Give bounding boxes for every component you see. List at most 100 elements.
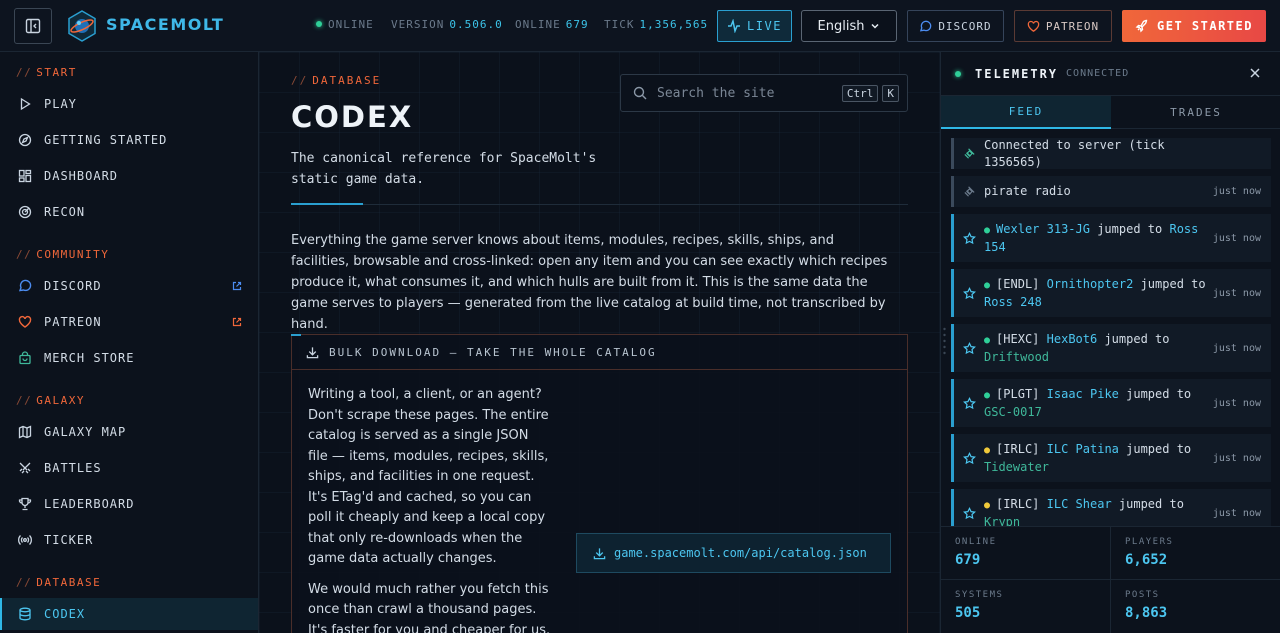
chat-bubble-icon bbox=[920, 20, 932, 31]
sidebar-item-ticker[interactable]: TICKER bbox=[0, 524, 258, 556]
feed-item[interactable]: ● [IRLC] ILC Shear jumped to Krypn just … bbox=[951, 489, 1271, 526]
bulk-download-panel: BULK DOWNLOAD — TAKE THE WHOLE CATALOG W… bbox=[291, 334, 908, 633]
feed-item: Connected to server (tick 1356565) bbox=[951, 138, 1271, 169]
bulk-paragraph-1: Writing a tool, a client, or an agent? D… bbox=[308, 387, 549, 566]
star-icon[interactable] bbox=[954, 506, 984, 520]
sidebar-collapse-icon bbox=[25, 18, 41, 34]
status-dot: ● bbox=[984, 499, 997, 511]
heart-icon bbox=[1027, 20, 1040, 32]
feed-item[interactable]: ● [HEXC] HexBot6 jumped to Driftwood jus… bbox=[951, 324, 1271, 372]
panel-accent bbox=[291, 334, 301, 336]
sidebar-item-dashboard[interactable]: DASHBOARD bbox=[0, 160, 258, 192]
kbd-k: K bbox=[882, 85, 899, 102]
map-icon bbox=[18, 425, 32, 439]
star-icon[interactable] bbox=[954, 451, 984, 465]
page-eyebrow: //DATABASE bbox=[291, 74, 382, 87]
kbd-ctrl: Ctrl bbox=[841, 85, 879, 102]
status-dot: ● bbox=[984, 224, 997, 236]
feed-item[interactable]: ● Wexler 313-JG jumped to Ross 154 just … bbox=[951, 214, 1271, 262]
status-dot: ● bbox=[984, 279, 997, 291]
discord-button[interactable]: DISCORD bbox=[907, 10, 1004, 42]
shopping-bag-icon bbox=[18, 351, 32, 365]
status-dot: ● bbox=[984, 334, 997, 346]
sidebar-item-discord[interactable]: DISCORD bbox=[0, 270, 258, 302]
sidebar-item-play[interactable]: PLAY bbox=[0, 88, 258, 120]
resize-handle-icon[interactable] bbox=[943, 327, 946, 359]
external-link-icon bbox=[232, 316, 242, 330]
tick-stat: TICK 1,356,565 bbox=[604, 18, 709, 31]
sidebar-toggle-button[interactable] bbox=[14, 8, 52, 44]
sidebar-item-battles[interactable]: BATTLES bbox=[0, 452, 258, 484]
page-title: CODEX bbox=[291, 100, 414, 134]
satellite-icon bbox=[954, 185, 984, 198]
download-icon bbox=[306, 346, 319, 358]
sidebar-item-recon[interactable]: RECON bbox=[0, 196, 258, 228]
online-players-stat: ONLINE 679 bbox=[515, 18, 589, 31]
sidebar-item-galaxy-map[interactable]: GALAXY MAP bbox=[0, 416, 258, 448]
sidebar-item-codex[interactable]: CODEX bbox=[0, 598, 258, 630]
star-icon[interactable] bbox=[954, 231, 984, 245]
close-icon bbox=[1250, 68, 1260, 78]
server-status: ONLINE bbox=[316, 18, 374, 31]
search-icon bbox=[633, 86, 647, 100]
status-dot: ● bbox=[984, 389, 997, 401]
sidebar-section-start: //START bbox=[16, 66, 77, 79]
feed-item: pirate radio just now bbox=[951, 176, 1271, 207]
sidebar-item-merch-store[interactable]: MERCH STORE bbox=[0, 342, 258, 374]
feed-item[interactable]: ● [ENDL] Ornithopter2 jumped to Ross 248… bbox=[951, 269, 1271, 317]
play-icon bbox=[18, 97, 32, 111]
close-telemetry-button[interactable] bbox=[1250, 66, 1260, 82]
activity-icon bbox=[728, 19, 741, 33]
intro-paragraph: Everything the game server knows about i… bbox=[291, 233, 888, 332]
telemetry-header: TELEMETRY CONNECTED bbox=[941, 52, 1280, 96]
chevron-down-icon bbox=[871, 23, 879, 29]
live-button[interactable]: LIVE bbox=[717, 10, 792, 42]
sidebar-item-getting-started[interactable]: GETTING STARTED bbox=[0, 124, 258, 156]
online-dot-icon bbox=[316, 21, 322, 27]
search-box[interactable]: Ctrl K bbox=[620, 74, 908, 112]
telemetry-status: CONNECTED bbox=[1066, 68, 1130, 79]
telemetry-stats: ONLINE 679 PLAYERS 6,652 SYSTEMS 505 POS… bbox=[941, 526, 1280, 633]
title-divider-accent bbox=[291, 203, 363, 205]
bulk-paragraph-2: We would much rather you fetch this once… bbox=[308, 581, 551, 633]
title-divider bbox=[291, 204, 908, 205]
sidebar: //START PLAY GETTING STARTED DASHBOARD R… bbox=[0, 52, 259, 633]
telemetry-title: TELEMETRY bbox=[975, 66, 1059, 81]
external-link-icon bbox=[232, 280, 242, 294]
stat-online: ONLINE 679 bbox=[941, 527, 1111, 580]
sidebar-section-community: //COMMUNITY bbox=[16, 248, 110, 261]
feed-item[interactable]: ● [IRLC] ILC Patina jumped to Tidewater … bbox=[951, 434, 1271, 482]
telemetry-panel: TELEMETRY CONNECTED FEED TRADES Connecte… bbox=[940, 52, 1280, 633]
broadcast-icon bbox=[18, 533, 32, 547]
stat-posts: POSTS 8,863 bbox=[1125, 590, 1168, 621]
feed-item[interactable]: ● [PLGT] Isaac Pike jumped to GSC-0017 j… bbox=[951, 379, 1271, 427]
catalog-download-link[interactable]: game.spacemolt.com/api/catalog.json bbox=[576, 533, 891, 573]
crossed-swords-icon bbox=[18, 461, 32, 475]
sidebar-section-galaxy: //GALAXY bbox=[16, 394, 85, 407]
top-bar: SPACEMOLT ONLINE VERSION 0.506.0 ONLINE 67… bbox=[0, 0, 1280, 52]
main-content: //DATABASE CODEX The canonical reference… bbox=[259, 52, 940, 633]
brand-name[interactable]: SPACEMOLT bbox=[106, 15, 224, 34]
get-started-button[interactable]: GET STARTED bbox=[1122, 10, 1266, 42]
telemetry-feed: Connected to server (tick 1356565) pirat… bbox=[951, 138, 1271, 526]
sidebar-item-patreon[interactable]: PATREON bbox=[0, 306, 258, 338]
tab-trades[interactable]: TRADES bbox=[1111, 96, 1280, 129]
star-icon[interactable] bbox=[954, 396, 984, 410]
stat-systems: SYSTEMS 505 bbox=[941, 580, 1111, 633]
star-icon[interactable] bbox=[954, 286, 984, 300]
heart-icon bbox=[18, 315, 32, 329]
bulk-download-text: Writing a tool, a client, or an agent? D… bbox=[308, 385, 552, 633]
sidebar-item-leaderboard[interactable]: LEADERBOARD bbox=[0, 488, 258, 520]
spacemolt-logo-icon[interactable] bbox=[66, 10, 98, 42]
rocket-icon bbox=[1135, 19, 1148, 33]
patreon-button[interactable]: PATREON bbox=[1014, 10, 1112, 42]
telemetry-tabs: FEED TRADES bbox=[941, 96, 1280, 129]
tab-feed[interactable]: FEED bbox=[941, 96, 1111, 129]
compass-icon bbox=[18, 133, 32, 147]
database-icon bbox=[18, 607, 32, 621]
star-icon[interactable] bbox=[954, 341, 984, 355]
satellite-icon bbox=[954, 147, 984, 160]
search-input[interactable] bbox=[657, 85, 837, 101]
stat-players: PLAYERS 6,652 bbox=[1111, 527, 1280, 580]
language-select[interactable]: English bbox=[801, 10, 897, 42]
